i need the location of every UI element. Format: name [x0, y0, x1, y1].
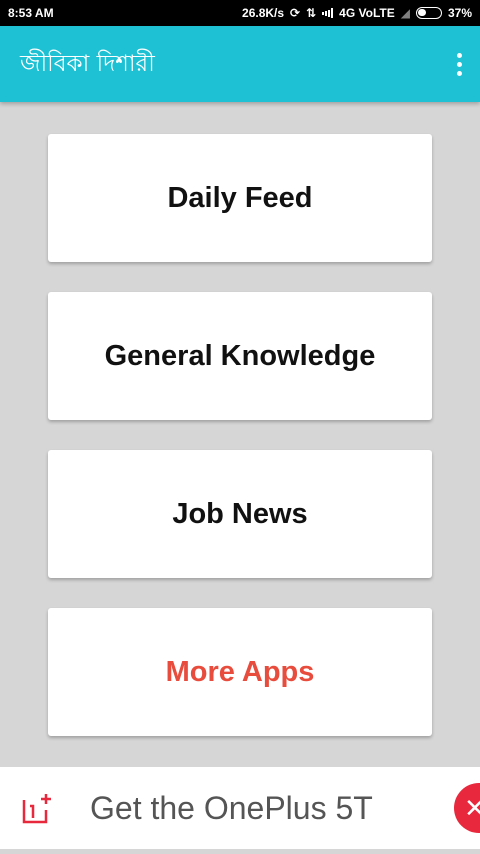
general-knowledge-label: General Knowledge: [104, 339, 376, 372]
close-icon[interactable]: ✕: [454, 783, 480, 833]
sync-icon: ⟳: [290, 6, 301, 20]
signal-no-sim-icon: ◢: [400, 6, 410, 20]
status-time: 8:53 AM: [8, 6, 54, 20]
ad-text: Get the OnePlus 5T: [90, 789, 373, 826]
general-knowledge-button[interactable]: General Knowledge: [48, 292, 432, 420]
overflow-menu-icon[interactable]: [457, 52, 462, 76]
signal-icon: [322, 8, 334, 18]
daily-feed-label: Daily Feed: [167, 181, 313, 214]
battery-level: 37%: [447, 6, 472, 20]
network-type: 4G VoLTE: [339, 6, 395, 20]
status-indicators: 26.8K/s ⟳ ⇅ 4G VoLTE ◢ 37%: [242, 6, 472, 20]
daily-feed-button[interactable]: Daily Feed: [48, 134, 432, 262]
battery-icon: [415, 7, 442, 19]
status-bar: 8:53 AM 26.8K/s ⟳ ⇅ 4G VoLTE ◢ 37%: [0, 0, 480, 26]
oneplus-logo-icon: [22, 794, 51, 824]
job-news-label: Job News: [172, 497, 308, 530]
more-apps-label: More Apps: [165, 655, 315, 688]
network-speed: 26.8K/s: [242, 6, 285, 20]
data-arrows-icon: ⇅: [306, 6, 317, 20]
more-apps-button[interactable]: More Apps: [48, 608, 432, 736]
app-title: জীবিকা দিশারী: [20, 50, 155, 77]
ad-banner[interactable]: Get the OnePlus 5T ✕: [0, 767, 480, 849]
bottom-strip: [0, 849, 480, 854]
job-news-button[interactable]: Job News: [48, 450, 432, 578]
app-bar: জীবিকা দিশারী: [0, 26, 480, 102]
